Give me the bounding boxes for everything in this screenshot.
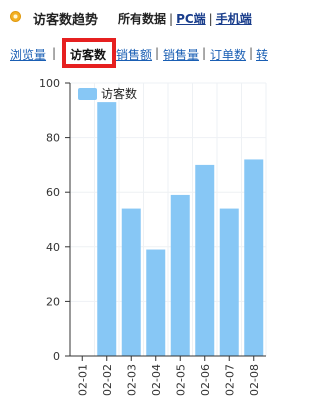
tab-sales-volume[interactable]: 销售量 <box>163 46 199 63</box>
chart-header: 访客数趋势 所有数据 | PC端 | 手机端 <box>0 0 268 36</box>
x-tick-label: 02-08 <box>248 364 261 396</box>
x-tick-label: 02-03 <box>125 364 138 396</box>
x-tick-label: 02-06 <box>199 364 212 396</box>
y-tick-label: 60 <box>46 186 60 199</box>
metric-tabs: 浏览量 | 访客数 销售额 | 销售量 | 订单数 | 转 <box>0 38 268 70</box>
filter-mobile[interactable]: 手机端 <box>216 12 252 26</box>
tab-separator: | <box>249 46 254 60</box>
y-axis: 0 20 40 60 80 100 <box>39 77 71 363</box>
x-tick-label: 02-01 <box>76 364 89 396</box>
y-tick-label: 0 <box>53 350 60 363</box>
chart-title: 访客数趋势 <box>33 13 99 28</box>
y-tick-label: 20 <box>46 295 60 308</box>
bar <box>121 208 141 356</box>
filter-separator: | <box>169 12 174 26</box>
bar <box>170 194 190 356</box>
legend-label: 访客数 <box>101 86 137 101</box>
y-tick-label: 80 <box>46 132 60 145</box>
bar <box>244 159 264 356</box>
filter-all-data[interactable]: 所有数据 <box>118 12 166 26</box>
bar <box>97 102 117 356</box>
filter-separator: | <box>208 12 213 26</box>
legend-swatch <box>78 88 97 100</box>
visitors-bar-chart: 020406080100 02-01 02-02 02-03 02-04 02-05 02… <box>39 77 267 396</box>
y-tick-label: 100 <box>39 77 60 90</box>
x-tick-label: 02-04 <box>150 364 163 396</box>
tab-page-views[interactable]: 浏览量 <box>10 46 46 63</box>
bar-series <box>97 102 264 356</box>
bar <box>195 164 215 356</box>
tab-separator: | <box>202 46 207 60</box>
tab-more[interactable]: 转 <box>256 46 268 63</box>
bullet-icon <box>10 11 21 22</box>
x-tick-label: 02-07 <box>223 364 236 396</box>
x-tick-label: 02-02 <box>101 364 114 396</box>
bar <box>146 249 166 356</box>
tab-separator: | <box>155 46 160 60</box>
filter-pc[interactable]: PC端 <box>176 12 206 26</box>
tab-orders[interactable]: 订单数 <box>210 46 246 63</box>
bar <box>219 208 239 356</box>
x-tick-label: 02-05 <box>174 364 187 396</box>
tab-visitors[interactable]: 访客数 <box>70 46 106 63</box>
x-axis: 02-01 02-02 02-03 02-04 02-05 02-06 02-07 02-08 <box>70 355 266 396</box>
device-filters: 所有数据 | PC端 | 手机端 <box>118 10 252 27</box>
chart-legend: 访客数 <box>78 86 137 101</box>
y-tick-label: 40 <box>46 241 60 254</box>
tab-sales-amount[interactable]: 销售额 <box>116 46 152 63</box>
tab-separator: | <box>52 46 57 60</box>
